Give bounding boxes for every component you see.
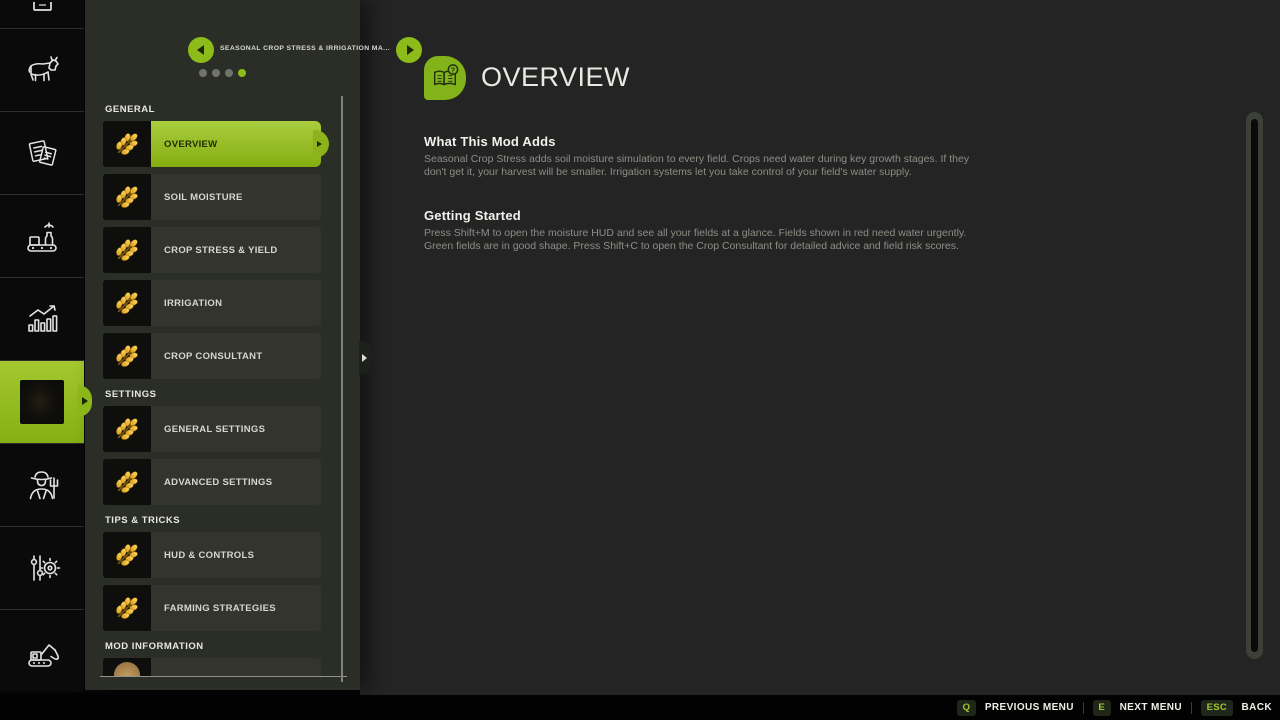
- menu-item-advanced-settings[interactable]: ADVANCED SETTINGS: [103, 459, 321, 505]
- menu-item-label: SOIL MOISTURE: [164, 192, 243, 203]
- section-heading-getting-started: Getting Started: [424, 208, 521, 223]
- menu-item-label: IRRIGATION: [164, 298, 222, 309]
- menu-item-irrigation[interactable]: IRRIGATION: [103, 280, 321, 326]
- pager-dot-active[interactable]: [238, 69, 246, 77]
- wheat-icon: [103, 280, 151, 326]
- content-scrollbar-track[interactable]: [1251, 119, 1258, 652]
- wheat-icon: [103, 459, 151, 505]
- section-label-settings: SETTINGS: [105, 389, 347, 400]
- menu-list: GENERAL OVERVIEW SOIL MOISTURE CROP STRE…: [100, 96, 347, 677]
- menu-item-label: HUD & CONTROLS: [164, 550, 254, 561]
- selected-tab-arrow-icon: [82, 397, 88, 405]
- pager-dot[interactable]: [225, 69, 233, 77]
- arrow-right-icon: [407, 45, 414, 55]
- menu-item-overview[interactable]: OVERVIEW: [103, 121, 321, 167]
- wheat-icon: [103, 585, 151, 631]
- hotbar-divider: [1083, 702, 1084, 714]
- wheat-icon: [103, 333, 151, 379]
- sidebar-tab-contracts[interactable]: [0, 111, 84, 194]
- hotbar-label: BACK: [1242, 702, 1273, 713]
- sidebar-tab-animals[interactable]: [0, 28, 84, 111]
- selected-item-arrow-icon: [317, 141, 322, 147]
- settings-sliders-gear-icon: [22, 548, 62, 588]
- section-heading-what-this-mod-adds: What This Mod Adds: [424, 134, 556, 149]
- sidebar-tab-production[interactable]: [0, 194, 84, 277]
- panel-title: SEASONAL CROP STRESS & IRRIGATION MA...: [217, 45, 393, 52]
- key-badge-e: E: [1093, 700, 1111, 716]
- hotkey-bar: Q PREVIOUS MENU E NEXT MENU ESC BACK: [0, 695, 1280, 720]
- wheat-icon: [103, 406, 151, 452]
- wheat-icon: [103, 227, 151, 273]
- hotbar-divider: [1191, 702, 1192, 714]
- menu-item-crop-consultant[interactable]: CROP CONSULTANT: [103, 333, 321, 379]
- next-page-button[interactable]: [396, 37, 422, 63]
- sidebar-tab-statistics[interactable]: [0, 277, 84, 360]
- wheat-icon: [103, 174, 151, 220]
- screen-icon: [22, 2, 62, 26]
- sidebar-tab-farmer[interactable]: [0, 443, 84, 526]
- previous-page-button[interactable]: [188, 37, 214, 63]
- sidebar-tab-construction[interactable]: [0, 609, 84, 692]
- key-badge-esc: ESC: [1201, 700, 1232, 716]
- arrow-left-icon: [197, 45, 204, 55]
- cow-icon: [22, 50, 62, 90]
- menu-item-farming-strategies[interactable]: FARMING STRATEGIES: [103, 585, 321, 631]
- main-content-background: [360, 0, 1280, 695]
- page-title: OVERVIEW: [481, 62, 630, 93]
- section-body-what-this-mod-adds: Seasonal Crop Stress adds soil moisture …: [424, 153, 984, 178]
- production-icon: [22, 216, 62, 256]
- previous-menu-button[interactable]: Q PREVIOUS MENU: [957, 700, 1074, 716]
- next-menu-button[interactable]: E NEXT MENU: [1093, 700, 1182, 716]
- farmer-icon: [22, 465, 62, 505]
- menu-item-label: OVERVIEW: [164, 139, 217, 150]
- help-book-icon: ?: [424, 56, 466, 100]
- menu-item-hud-controls[interactable]: HUD & CONTROLS: [103, 532, 321, 578]
- mod-help-panel: SEASONAL CROP STRESS & IRRIGATION MA... …: [85, 0, 360, 690]
- back-button[interactable]: ESC BACK: [1201, 700, 1272, 716]
- wheat-icon: [103, 532, 151, 578]
- pager-dot[interactable]: [212, 69, 220, 77]
- menu-item-soil-moisture[interactable]: SOIL MOISTURE: [103, 174, 321, 220]
- hotbar-label: PREVIOUS MENU: [985, 702, 1074, 713]
- panel-collapse-arrow-icon: [362, 354, 367, 362]
- menu-item-general-settings[interactable]: GENERAL SETTINGS: [103, 406, 321, 452]
- sidebar-tab-mod-help[interactable]: [0, 360, 84, 443]
- menu-item-label: FARMING STRATEGIES: [164, 603, 276, 614]
- section-body-getting-started: Press Shift+M to open the moisture HUD a…: [424, 227, 984, 252]
- panel-scrollbar[interactable]: [341, 96, 343, 682]
- pager-dot[interactable]: [199, 69, 207, 77]
- content-scrollbar[interactable]: [1246, 112, 1263, 659]
- wheat-icon: [103, 121, 151, 167]
- menu-item-label: CROP STRESS & YIELD: [164, 245, 278, 256]
- excavator-icon: [22, 631, 62, 671]
- menu-item-label: ADVANCED SETTINGS: [164, 477, 272, 488]
- sidebar-tab-settings[interactable]: [0, 526, 84, 609]
- section-label-mod-information: MOD INFORMATION: [105, 641, 347, 652]
- menu-item-label: CROP CONSULTANT: [164, 351, 262, 362]
- sidebar-tab-screen[interactable]: [0, 0, 84, 28]
- menu-item-crop-stress-yield[interactable]: CROP STRESS & YIELD: [103, 227, 321, 273]
- section-label-tips-tricks: TIPS & TRICKS: [105, 515, 347, 526]
- mod-help-icon: [20, 380, 64, 424]
- pager-dots: [85, 69, 360, 77]
- svg-text:?: ?: [451, 65, 456, 74]
- menu-item-partial[interactable]: [103, 658, 321, 677]
- hotbar-label: NEXT MENU: [1120, 702, 1183, 713]
- contracts-icon: [22, 133, 62, 173]
- statistics-icon: [22, 299, 62, 339]
- menu-item-label: GENERAL SETTINGS: [164, 424, 265, 435]
- hat-icon: [103, 658, 151, 677]
- main-menu-sidebar: [0, 0, 84, 695]
- section-label-general: GENERAL: [105, 104, 347, 115]
- key-badge-q: Q: [957, 700, 976, 716]
